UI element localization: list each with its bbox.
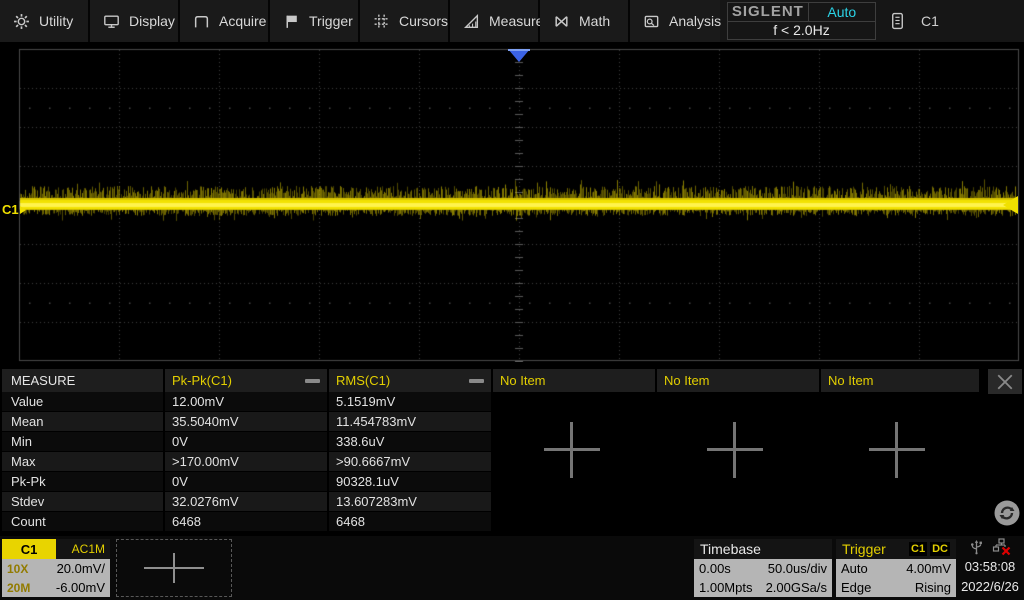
menu-acquire-label: Acquire [219,13,266,29]
timebase-scale: 50.0us/div [768,561,827,576]
menu-trigger[interactable]: Trigger [270,0,360,42]
channel-notify-area[interactable]: C1 [890,0,939,42]
close-measure-panel-button[interactable] [988,369,1022,394]
bottom-status-bar: C1 AC1M 10X 20.0mV/ 20M -6.00mV Timebase… [0,536,1024,600]
add-measurement-slot[interactable] [869,422,925,478]
system-time: 03:58:08 [958,557,1022,577]
channel-offset-arrow-icon [20,206,26,214]
trigger-flag-icon [283,13,300,30]
display-icon [103,13,120,30]
close-icon [996,373,1014,391]
top-menu-bar: Utility Display Acquire Trigger [0,0,1024,42]
measure-icon [463,13,480,30]
trigger-level-arrow[interactable] [1003,196,1018,214]
notify-channel-label: C1 [921,13,939,29]
channel-offset-marker[interactable]: C1 [2,202,26,217]
trigger-position-marker[interactable] [508,49,530,62]
memory-depth: 1.00Mpts [699,580,752,595]
measure-row-value: Value 12.00mV 5.1519mV [0,392,1024,412]
menu-utility-label: Utility [39,13,73,29]
acquisition-mode: Auto [809,3,875,21]
probe-attenuation: 10X [7,562,28,576]
menu-analysis[interactable]: Analysis [630,0,720,42]
gesture-rotate-button[interactable] [993,499,1021,532]
trigger-slope: Rising [915,580,951,595]
acquire-icon [193,13,210,30]
measure-slot-2[interactable]: RMS(C1) [329,369,491,392]
system-date: 2022/6/26 [958,577,1022,597]
trigger-level: 4.00mV [906,561,951,576]
measure-slot-4[interactable]: No Item [657,369,819,392]
vertical-scale: 20.0mV/ [57,561,105,576]
add-channel-box[interactable] [116,539,232,597]
acquisition-status-box: SIGLENT Auto f < 2.0Hz [727,2,876,40]
measure-row-stdev: Stdev 32.0276mV 13.607283mV [0,492,1024,512]
measure-panel: MEASURE Pk-Pk(C1) RMS(C1) No Item No Ite… [0,368,1024,532]
add-measurement-slot[interactable] [544,422,600,478]
trigger-coupling-badge: DC [930,542,950,556]
gear-icon [13,13,30,30]
trigger-title: Trigger [842,541,906,557]
trigger-mode: Auto [841,561,868,576]
add-measurement-slot[interactable] [707,422,763,478]
timebase-box[interactable]: Timebase 0.00s 50.0us/div 1.00Mpts 2.00G… [694,539,832,597]
frequency-counter: f < 2.0Hz [728,22,875,40]
menu-trigger-label: Trigger [309,13,353,29]
timebase-title: Timebase [700,541,761,557]
remove-measurement-icon[interactable] [305,379,320,383]
menu-measure-label: Measure [489,13,543,29]
oscilloscope-screen: Utility Display Acquire Trigger [0,0,1024,600]
channel-coupling: AC1M [56,539,110,559]
channel-name-badge: C1 [2,539,56,559]
bandwidth-limit: 20M [7,581,30,595]
lan-disconnected-icon [992,538,1011,556]
cursors-icon [373,13,390,30]
menu-utility[interactable]: Utility [0,0,90,42]
waveform-display-area: C1 [0,46,1024,362]
waveform-canvas[interactable] [0,46,1024,362]
brand-logo: SIGLENT [728,3,809,21]
menu-math-label: Math [579,13,610,29]
measure-row-count: Count 6468 6468 [0,512,1024,532]
clipboard-icon [890,12,905,30]
menu-display[interactable]: Display [90,0,180,42]
measure-panel-title: MEASURE [2,369,163,392]
channel-descriptor-box[interactable]: C1 AC1M 10X 20.0mV/ 20M -6.00mV [2,539,110,597]
system-status-box: 03:58:08 2022/6/26 [958,537,1022,599]
timebase-delay: 0.00s [699,561,731,576]
trigger-type: Edge [841,580,871,595]
measure-header-row: MEASURE Pk-Pk(C1) RMS(C1) No Item No Ite… [0,369,1024,392]
menu-display-label: Display [129,13,175,29]
measure-slot-3[interactable]: No Item [493,369,655,392]
vertical-offset: -6.00mV [56,580,105,595]
remove-measurement-icon[interactable] [469,379,484,383]
measure-slot-5[interactable]: No Item [821,369,979,392]
trigger-box[interactable]: Trigger C1 DC Auto 4.00mV Edge Rising [836,539,956,597]
sample-rate: 2.00GSa/s [766,580,827,595]
trigger-source-badge: C1 [909,542,927,556]
rotate-icon [993,499,1021,527]
math-icon [553,13,570,30]
menu-analysis-label: Analysis [669,13,721,29]
usb-icon [969,539,984,556]
measure-slot-1[interactable]: Pk-Pk(C1) [165,369,327,392]
menu-measure[interactable]: Measure [450,0,540,42]
analysis-icon [643,13,660,30]
menu-cursors[interactable]: Cursors [360,0,450,42]
menu-math[interactable]: Math [540,0,630,42]
menu-cursors-label: Cursors [399,13,448,29]
menu-acquire[interactable]: Acquire [180,0,270,42]
